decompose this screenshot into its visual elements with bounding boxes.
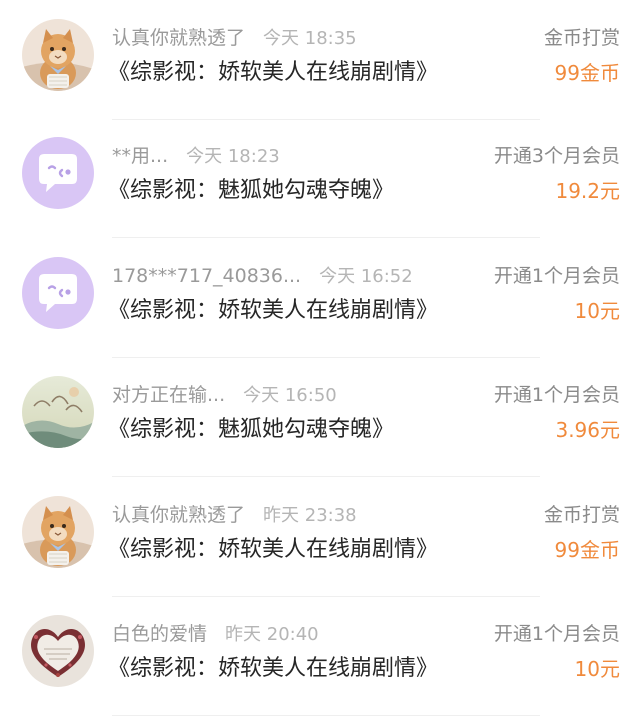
cat-avatar[interactable] [22, 19, 94, 91]
username[interactable]: 认真你就熟透了 [112, 27, 245, 49]
user-info-line: **用... 今天 18:23 [112, 142, 280, 170]
user-info-line: 认真你就熟透了 今天 18:35 [112, 24, 357, 52]
timestamp: 今天 16:50 [243, 385, 337, 406]
user-info-line: 178***717_40836... 今天 16:52 [112, 262, 413, 290]
reward-row[interactable]: 178***717_40836... 今天 16:52 《综影视：娇软美人在线崩剧… [0, 238, 640, 358]
heart-flowers-image [22, 615, 94, 687]
book-title[interactable]: 《综影视：魅狐她勾魂夺魄》 [108, 174, 394, 208]
username[interactable]: 白色的爱情 [112, 623, 207, 645]
timestamp: 今天 18:35 [263, 28, 357, 49]
cat-avatar-image [22, 496, 94, 568]
gift-type-label: 开通1个月会员 [493, 623, 620, 645]
gift-type-label: 开通1个月会员 [493, 265, 620, 287]
book-title[interactable]: 《综影视：娇软美人在线崩剧情》 [108, 56, 438, 90]
book-title[interactable]: 《综影视：魅狐她勾魂夺魄》 [108, 413, 394, 447]
cat-avatar[interactable] [22, 496, 94, 568]
book-title[interactable]: 《综影视：娇软美人在线崩剧情》 [108, 294, 438, 328]
username[interactable]: **用... [112, 145, 168, 167]
username[interactable]: 认真你就熟透了 [112, 504, 245, 526]
heart-flowers-avatar[interactable] [22, 615, 94, 687]
gift-amount: 10元 [574, 299, 620, 323]
chat-bubble-icon [22, 137, 94, 209]
user-info-line: 白色的爱情 昨天 20:40 [112, 620, 319, 648]
gift-type-label: 开通3个月会员 [493, 145, 620, 167]
username[interactable]: 对方正在输... [112, 384, 225, 406]
reward-row[interactable]: 认真你就熟透了 今天 18:35 《综影视：娇软美人在线崩剧情》 金币打赏 99金… [0, 0, 640, 120]
timestamp: 今天 16:52 [319, 266, 413, 287]
default-chat-avatar[interactable] [22, 137, 94, 209]
timestamp: 今天 18:23 [186, 146, 280, 167]
username[interactable]: 178***717_40836... [112, 265, 301, 287]
row-divider [112, 715, 540, 716]
gift-type-label: 金币打赏 [543, 504, 620, 526]
landscape-painting-image [22, 376, 94, 448]
chat-bubble-icon [22, 257, 94, 329]
cat-avatar-image [22, 19, 94, 91]
default-chat-avatar[interactable] [22, 257, 94, 329]
gift-amount: 99金币 [554, 61, 620, 85]
user-info-line: 认真你就熟透了 昨天 23:38 [112, 501, 357, 529]
gift-type-label: 金币打赏 [543, 27, 620, 49]
gift-amount: 19.2元 [555, 179, 620, 203]
reward-row[interactable]: 白色的爱情 昨天 20:40 《综影视：娇软美人在线崩剧情》 开通1个月会员 10… [0, 596, 640, 716]
reward-row[interactable]: 对方正在输... 今天 16:50 《综影视：魅狐她勾魂夺魄》 开通1个月会员 3… [0, 357, 640, 477]
gift-amount: 3.96元 [555, 418, 620, 442]
gift-amount: 99金币 [554, 538, 620, 562]
landscape-painting-avatar[interactable] [22, 376, 94, 448]
timestamp: 昨天 20:40 [225, 624, 319, 645]
gift-amount: 10元 [574, 657, 620, 681]
book-title[interactable]: 《综影视：娇软美人在线崩剧情》 [108, 652, 438, 686]
reward-row[interactable]: **用... 今天 18:23 《综影视：魅狐她勾魂夺魄》 开通3个月会员 19.… [0, 118, 640, 238]
book-title[interactable]: 《综影视：娇软美人在线崩剧情》 [108, 533, 438, 567]
user-info-line: 对方正在输... 今天 16:50 [112, 381, 337, 409]
gift-type-label: 开通1个月会员 [493, 384, 620, 406]
reward-row[interactable]: 认真你就熟透了 昨天 23:38 《综影视：娇软美人在线崩剧情》 金币打赏 99金… [0, 477, 640, 597]
timestamp: 昨天 23:38 [263, 505, 357, 526]
